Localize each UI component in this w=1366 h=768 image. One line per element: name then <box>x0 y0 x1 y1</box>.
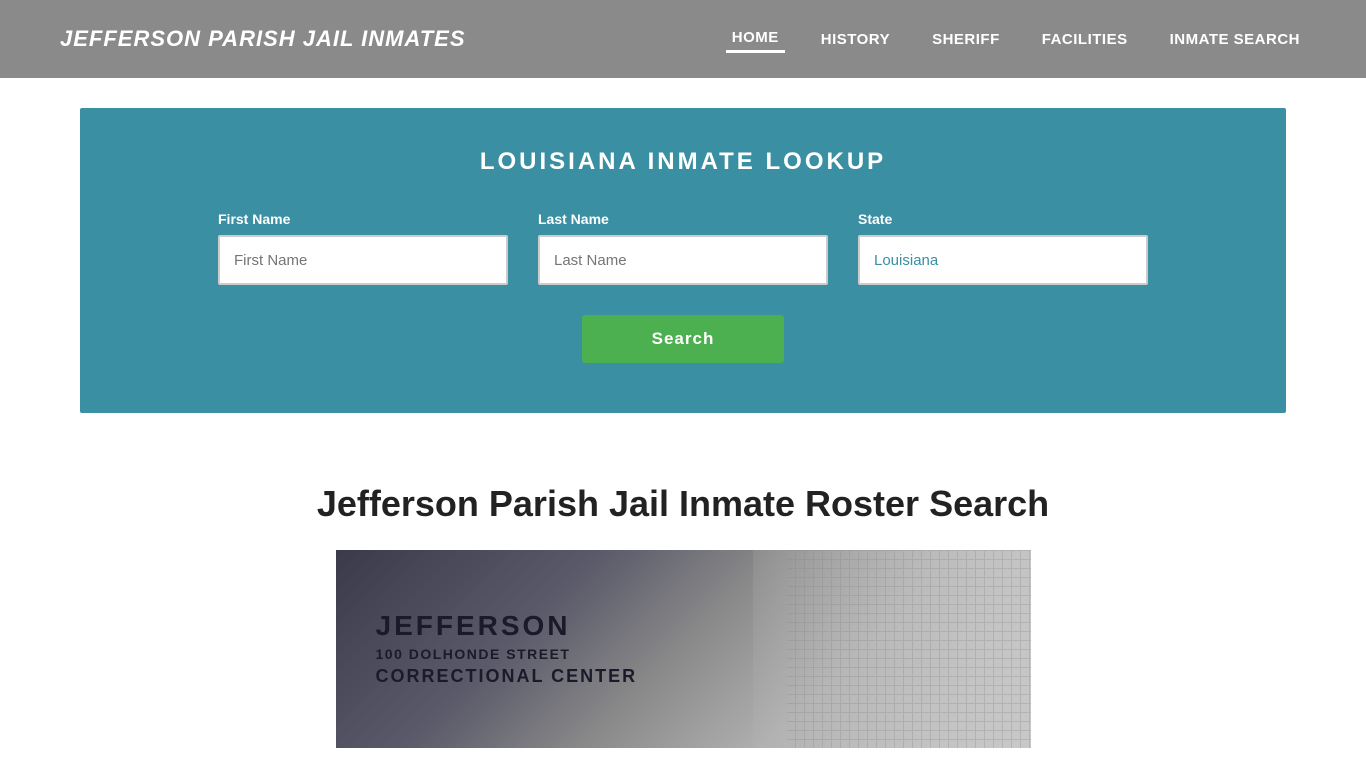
building-name-line2: CORRECTIONAL CENTER <box>376 666 991 687</box>
first-name-input[interactable] <box>218 235 508 285</box>
first-name-label: First Name <box>218 211 508 227</box>
main-nav: HOME HISTORY SHERIFF FACILITIES INMATE S… <box>726 25 1306 53</box>
lookup-title: LOUISIANA INMATE LOOKUP <box>140 148 1226 176</box>
site-title: Jefferson Parish Jail Inmates <box>60 26 466 52</box>
state-group: State <box>858 211 1148 285</box>
roster-title: Jefferson Parish Jail Inmate Roster Sear… <box>80 483 1286 525</box>
search-button[interactable]: Search <box>582 315 785 363</box>
nav-item-facilities[interactable]: FACILITIES <box>1036 27 1134 52</box>
search-button-row: Search <box>140 315 1226 363</box>
nav-item-inmate-search[interactable]: INMATE SEARCH <box>1164 27 1306 52</box>
first-name-group: First Name <box>218 211 508 285</box>
state-label: State <box>858 211 1148 227</box>
building-address: 100 DOLHONDE STREET <box>376 646 991 662</box>
roster-section: Jefferson Parish Jail Inmate Roster Sear… <box>0 443 1366 748</box>
site-header: Jefferson Parish Jail Inmates HOME HISTO… <box>0 0 1366 78</box>
last-name-group: Last Name <box>538 211 828 285</box>
building-image: JEFFERSON 100 DOLHONDE STREET CORRECTION… <box>336 550 1031 748</box>
inmate-lookup-section: LOUISIANA INMATE LOOKUP First Name Last … <box>80 108 1286 413</box>
nav-item-home[interactable]: HOME <box>726 25 785 53</box>
building-text-overlay: JEFFERSON 100 DOLHONDE STREET CORRECTION… <box>336 550 1031 748</box>
search-fields-row: First Name Last Name State <box>140 211 1226 285</box>
state-input[interactable] <box>858 235 1148 285</box>
building-background: JEFFERSON 100 DOLHONDE STREET CORRECTION… <box>336 550 1031 748</box>
nav-item-history[interactable]: HISTORY <box>815 27 896 52</box>
nav-item-sheriff[interactable]: SHERIFF <box>926 27 1006 52</box>
building-name-line1: JEFFERSON <box>376 611 991 642</box>
last-name-label: Last Name <box>538 211 828 227</box>
main-content: LOUISIANA INMATE LOOKUP First Name Last … <box>0 108 1366 748</box>
last-name-input[interactable] <box>538 235 828 285</box>
